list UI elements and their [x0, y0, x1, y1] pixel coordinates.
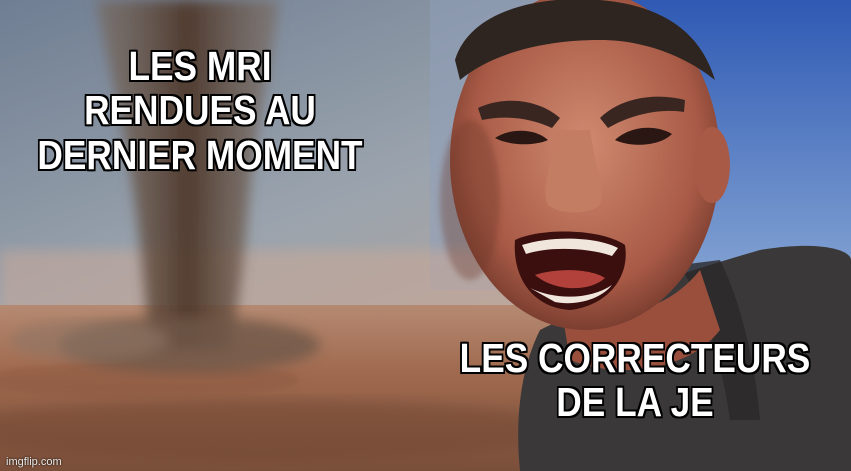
meme-image: LES MRI RENDUES AU DERNIER MOMENT LES CO… [0, 0, 851, 471]
top-caption: LES MRI RENDUES AU DERNIER MOMENT [37, 43, 363, 178]
watermark: imgflip.com [6, 456, 62, 468]
bottom-caption: LES CORRECTEURS DE LA JE [459, 335, 811, 426]
